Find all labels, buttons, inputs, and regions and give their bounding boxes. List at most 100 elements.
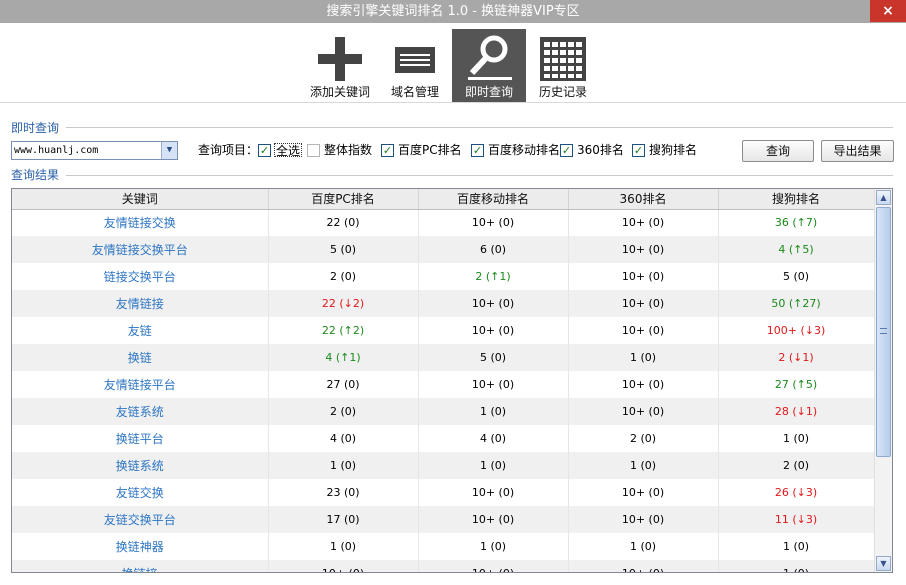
baidu-pc-cell: 23 (0) xyxy=(268,479,419,506)
baidu-pc-cell: 2 (0) xyxy=(268,398,419,425)
baidu-mobile-cell: 10+ (0) xyxy=(418,479,569,506)
vertical-scrollbar[interactable]: ▲ ▼ xyxy=(874,189,892,572)
table-row[interactable]: 换链神器 1 (0) 1 (0) 1 (0) 1 (0) xyxy=(12,533,875,560)
keyword-cell[interactable]: 友情链接 xyxy=(12,290,269,317)
main-toolbar: 添加关键词 域名管理 即时查询 历史记录 xyxy=(0,23,906,103)
select-all-label[interactable]: 全选 xyxy=(274,143,303,158)
query-section-title: 即时查询 xyxy=(11,121,60,135)
keyword-cell[interactable]: 友链 xyxy=(12,317,269,344)
sogou-cell: 2 (0) xyxy=(718,452,875,479)
keyword-cell[interactable]: 友链交换 xyxy=(12,479,269,506)
domain-select[interactable]: www.huanlj.com ▼ xyxy=(11,141,178,160)
baidu-mobile-label[interactable]: 百度移动排名 xyxy=(488,143,560,157)
sogou-cell: 28 (↓1) xyxy=(718,398,875,425)
chevron-down-icon[interactable]: ▼ xyxy=(161,142,177,159)
rank-360-cell: 10+ (0) xyxy=(568,236,719,263)
sogou-cell: 5 (0) xyxy=(718,263,875,290)
rank-360-checkbox[interactable]: ✓ xyxy=(560,144,573,157)
baidu-mobile-cell: 1 (0) xyxy=(418,452,569,479)
baidu-pc-cell: 10+ (0) xyxy=(268,560,419,572)
overall-index-label[interactable]: 整体指数 xyxy=(324,143,372,157)
table-row[interactable]: 友情链接交换 22 (0) 10+ (0) 10+ (0) 36 (↑7) xyxy=(12,209,875,236)
table-row[interactable]: 友情链接交换平台 5 (0) 6 (0) 10+ (0) 4 (↑5) xyxy=(12,236,875,263)
select-all-checkbox[interactable]: ✓ xyxy=(258,144,271,157)
rank-360-cell: 10+ (0) xyxy=(568,263,719,290)
keyword-cell[interactable]: 换链接 xyxy=(12,560,269,572)
list-icon xyxy=(395,47,435,73)
rank-360-cell: 10+ (0) xyxy=(568,560,719,572)
table-row[interactable]: 换链接10+ (0)10+ (0)10+ (0)1 (0) xyxy=(12,560,875,572)
add-keyword-label: 添加关键词 xyxy=(309,85,370,99)
keyword-cell[interactable]: 换链 xyxy=(12,344,269,371)
keyword-cell[interactable]: 换链系统 xyxy=(12,452,269,479)
baidu-mobile-cell: 1 (0) xyxy=(418,398,569,425)
table-header-row: 关键词 百度PC排名 百度移动排名 360排名 搜狗排名 xyxy=(12,189,875,210)
sogou-cell: 36 (↑7) xyxy=(718,209,875,236)
table-row[interactable]: 友链交换 23 (0) 10+ (0) 10+ (0) 26 (↓3) xyxy=(12,479,875,506)
keyword-cell[interactable]: 友链交换平台 xyxy=(12,506,269,533)
title-bar: 搜索引擎关键词排名 1.0 - 换链神器VIP专区 × xyxy=(0,0,906,23)
rank-360-cell: 10+ (0) xyxy=(568,398,719,425)
add-keyword-tool[interactable]: 添加关键词 xyxy=(303,29,377,102)
results-table-body: 友情链接交换 22 (0) 10+ (0) 10+ (0) 36 (↑7) 友情链接交换平… xyxy=(12,209,875,572)
instant-query-tool[interactable]: 即时查询 xyxy=(452,29,526,102)
domain-manage-label: 域名管理 xyxy=(390,85,439,99)
baidu-pc-cell: 22 (0) xyxy=(268,209,419,236)
window-title: 搜索引擎关键词排名 1.0 - 换链神器VIP专区 xyxy=(326,4,580,19)
sogou-cell: 11 (↓3) xyxy=(718,506,875,533)
sogou-cell: 4 (↑5) xyxy=(718,236,875,263)
column-header-360[interactable]: 360排名 xyxy=(568,189,719,210)
scrollbar-thumb[interactable] xyxy=(876,207,891,457)
keyword-cell[interactable]: 友情链接交换 xyxy=(12,209,269,236)
baidu-mobile-cell: 10+ (0) xyxy=(418,560,569,572)
baidu-pc-cell: 1 (0) xyxy=(268,452,419,479)
table-row[interactable]: 友链交换平台 17 (0) 10+ (0) 10+ (0) 11 (↓3) xyxy=(12,506,875,533)
rank-360-label[interactable]: 360排名 xyxy=(577,143,624,157)
sogou-checkbox[interactable]: ✓ xyxy=(632,144,645,157)
scroll-down-arrow-icon[interactable]: ▼ xyxy=(876,556,891,571)
overall-index-checkbox[interactable]: ✓ xyxy=(307,144,320,157)
rank-360-cell: 2 (0) xyxy=(568,425,719,452)
table-row[interactable]: 链接交换平台 2 (0) 2 (↑1) 10+ (0) 5 (0) xyxy=(12,263,875,290)
sogou-cell: 1 (0) xyxy=(718,533,875,560)
table-row[interactable]: 换链系统 1 (0) 1 (0) 1 (0) 2 (0) xyxy=(12,452,875,479)
baidu-pc-checkbox[interactable]: ✓ xyxy=(381,144,394,157)
keyword-cell[interactable]: 友链系统 xyxy=(12,398,269,425)
query-button[interactable]: 查询 xyxy=(742,140,814,162)
column-header-sogou[interactable]: 搜狗排名 xyxy=(718,189,875,210)
sogou-label[interactable]: 搜狗排名 xyxy=(649,143,697,157)
history-tool[interactable]: 历史记录 xyxy=(526,29,600,102)
calendar-grid-icon xyxy=(540,37,586,81)
sogou-cell: 1 (0) xyxy=(718,425,875,452)
close-button[interactable]: × xyxy=(870,0,906,22)
table-row[interactable]: 友链系统 2 (0) 1 (0) 10+ (0) 28 (↓1) xyxy=(12,398,875,425)
results-section-title: 查询结果 xyxy=(11,168,60,182)
rank-360-cell: 10+ (0) xyxy=(568,290,719,317)
keyword-cell[interactable]: 换链平台 xyxy=(12,425,269,452)
keyword-cell[interactable]: 友情链接交换平台 xyxy=(12,236,269,263)
scroll-up-arrow-icon[interactable]: ▲ xyxy=(876,190,891,205)
sogou-cell: 100+ (↓3) xyxy=(718,317,875,344)
table-row[interactable]: 友链 22 (↑2) 10+ (0) 10+ (0) 100+ (↓3) xyxy=(12,317,875,344)
rank-360-cell: 1 (0) xyxy=(568,452,719,479)
keyword-cell[interactable]: 友情链接平台 xyxy=(12,371,269,398)
domain-select-value: www.huanlj.com xyxy=(14,145,99,156)
table-row[interactable]: 换链平台 4 (0) 4 (0) 2 (0) 1 (0) xyxy=(12,425,875,452)
baidu-mobile-checkbox[interactable]: ✓ xyxy=(471,144,484,157)
column-header-keyword[interactable]: 关键词 xyxy=(12,189,269,210)
baidu-pc-cell: 4 (↑1) xyxy=(268,344,419,371)
export-results-button[interactable]: 导出结果 xyxy=(821,140,894,162)
baidu-pc-cell: 22 (↓2) xyxy=(268,290,419,317)
baidu-pc-cell: 17 (0) xyxy=(268,506,419,533)
baidu-pc-label[interactable]: 百度PC排名 xyxy=(398,143,462,157)
domain-manage-tool[interactable]: 域名管理 xyxy=(378,29,452,102)
baidu-mobile-cell: 1 (0) xyxy=(418,533,569,560)
table-row[interactable]: 友情链接 22 (↓2) 10+ (0) 10+ (0) 50 (↑27) xyxy=(12,290,875,317)
table-row[interactable]: 换链 4 (↑1) 5 (0) 1 (0) 2 (↓1) xyxy=(12,344,875,371)
column-header-baidu-pc[interactable]: 百度PC排名 xyxy=(268,189,419,210)
keyword-cell[interactable]: 换链神器 xyxy=(12,533,269,560)
keyword-cell[interactable]: 链接交换平台 xyxy=(12,263,269,290)
table-row[interactable]: 友情链接平台 27 (0) 10+ (0) 10+ (0) 27 (↑5) xyxy=(12,371,875,398)
results-section-divider xyxy=(66,175,893,176)
column-header-baidu-mobile[interactable]: 百度移动排名 xyxy=(418,189,569,210)
